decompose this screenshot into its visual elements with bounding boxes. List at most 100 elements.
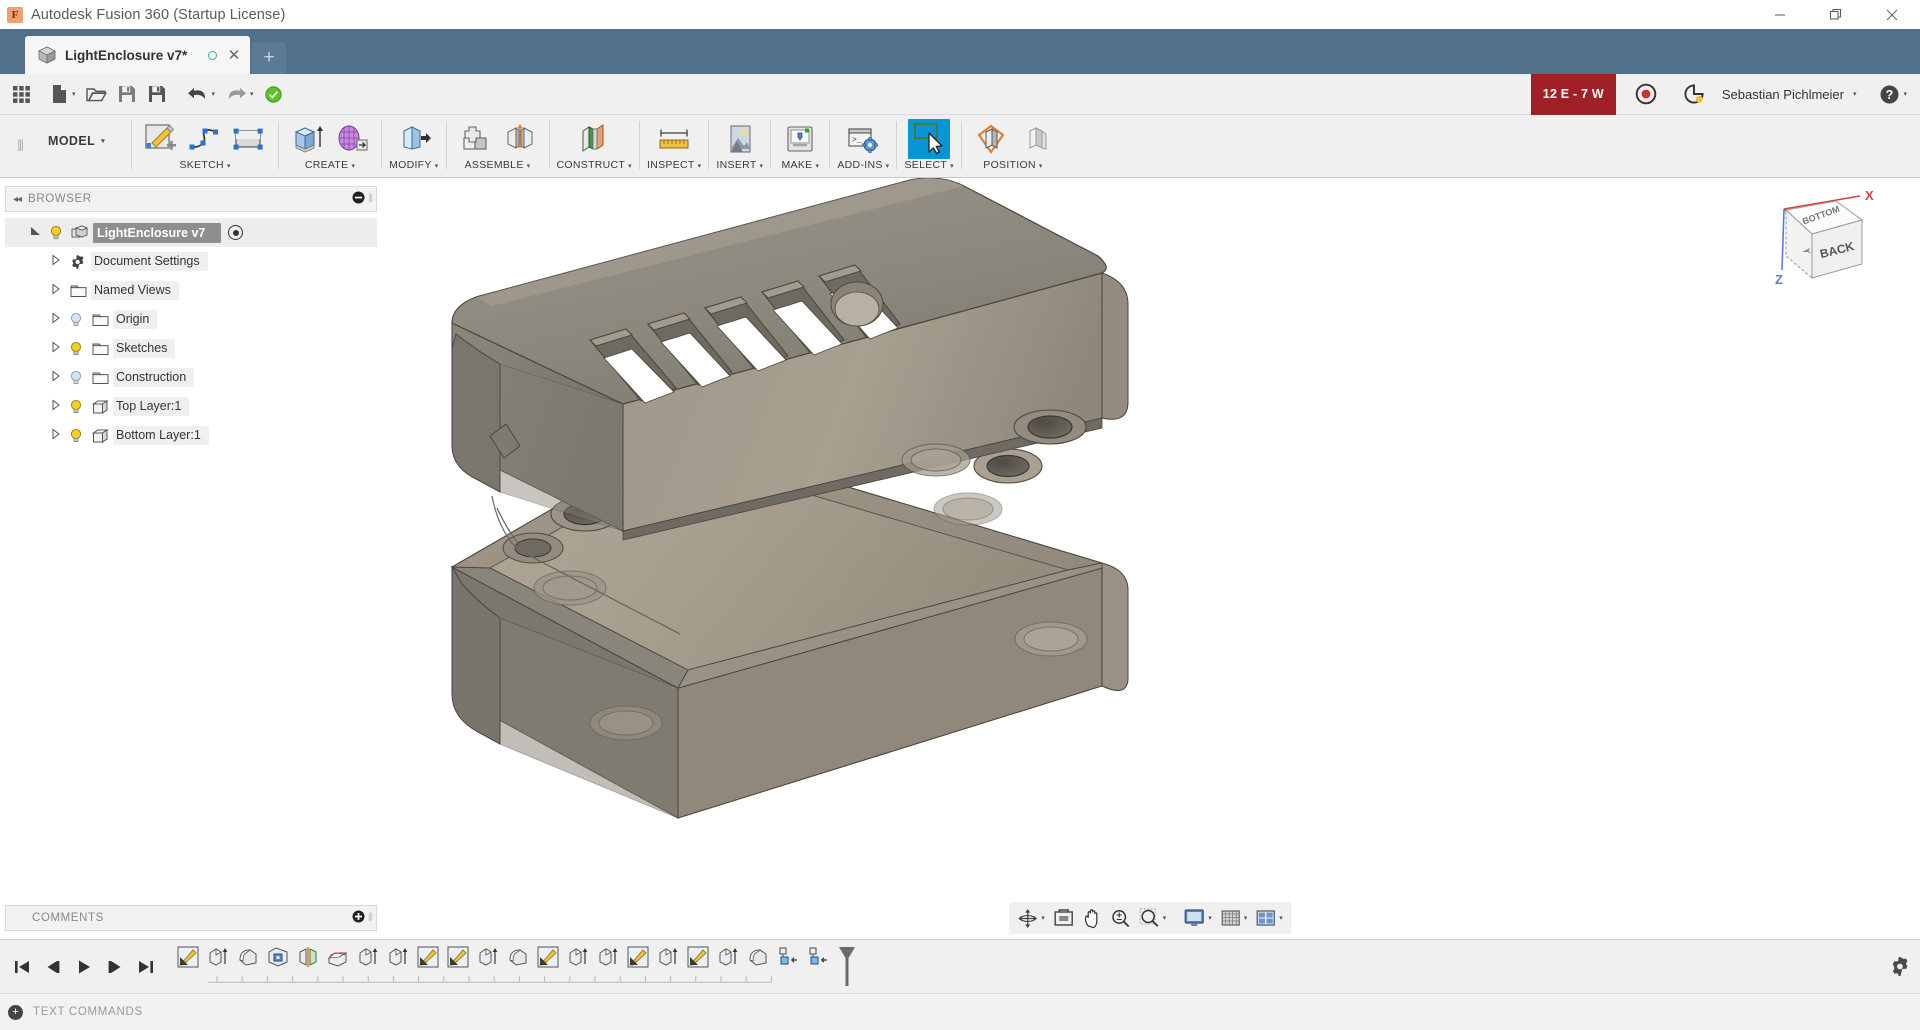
ribbon-group-label[interactable]: INSPECT ▾ (647, 159, 701, 177)
zoom-icon[interactable] (1106, 904, 1135, 932)
zoom-window-icon[interactable]: ▾ (1135, 904, 1171, 932)
ribbon-group-label[interactable]: POSITION ▾ (983, 159, 1042, 177)
maximize-button[interactable] (1808, 0, 1864, 29)
offset-plane-icon[interactable] (573, 119, 615, 159)
tree-item-top-layer[interactable]: Top Layer:1 (5, 392, 377, 421)
extrude-feature-icon[interactable] (476, 945, 500, 969)
redo-icon[interactable]: ▾ (220, 78, 259, 111)
document-tab[interactable]: LightEnclosure v7* ✕ (25, 36, 250, 74)
ribbon-group-label[interactable]: CONSTRUCT ▾ (557, 159, 632, 177)
expand-arrow-icon[interactable] (27, 225, 45, 240)
help-icon[interactable]: ? ▾ (1874, 78, 1912, 111)
visibility-bulb-icon[interactable] (65, 341, 87, 357)
chevron-down-icon[interactable]: ▾ (1208, 914, 1212, 922)
expand-text-commands-icon[interactable]: + (8, 1004, 23, 1020)
joint-icon[interactable] (499, 119, 541, 159)
press-pull-icon[interactable] (393, 119, 435, 159)
insert-image-icon[interactable] (719, 119, 761, 159)
fillet-feature-icon[interactable] (236, 945, 260, 969)
chevron-down-icon[interactable]: ▾ (1163, 914, 1167, 922)
3d-print-icon[interactable] (779, 119, 821, 159)
collapse-panel-icon[interactable]: ◂◂ (10, 194, 28, 205)
undo-icon[interactable]: ▾ (182, 78, 221, 111)
fit-view-icon[interactable] (1049, 904, 1078, 932)
rigid-group-icon[interactable] (776, 945, 800, 969)
grid-snaps-icon[interactable]: ▾ (1216, 904, 1252, 932)
extrude-feature-icon[interactable] (716, 945, 740, 969)
extrude-feature-icon[interactable] (596, 945, 620, 969)
sketch-feature-icon[interactable] (446, 945, 470, 969)
new-component-icon[interactable] (455, 119, 497, 159)
minimize-button[interactable] (1752, 0, 1808, 29)
mirror-feature-icon[interactable] (296, 945, 320, 969)
go-to-end-icon[interactable] (130, 950, 161, 984)
expand-arrow-icon[interactable] (47, 283, 65, 298)
create-form-icon[interactable] (331, 119, 373, 159)
move-copy-icon[interactable] (970, 119, 1012, 159)
orbit-icon[interactable]: ▾ (1013, 904, 1049, 932)
pan-icon[interactable] (1078, 904, 1106, 932)
chevron-down-icon[interactable]: ▾ (1244, 914, 1248, 922)
timeline-marker[interactable] (837, 945, 857, 989)
workspace-switcher[interactable]: MODEL ▾ (32, 115, 131, 177)
ribbon-group-label[interactable]: INSERT ▾ (716, 159, 763, 177)
close-button[interactable] (1864, 0, 1920, 29)
rigid-group-icon[interactable] (806, 945, 830, 969)
tree-item-construction[interactable]: Construction (5, 363, 377, 392)
expand-arrow-icon[interactable] (47, 428, 65, 443)
tree-item-named-views[interactable]: Named Views (5, 276, 377, 305)
cad-model[interactable] (380, 178, 1920, 948)
extrude-feature-icon[interactable] (656, 945, 680, 969)
ribbon-group-label[interactable]: MODIFY ▾ (389, 159, 438, 177)
ribbon-grip-icon[interactable]: ⦀ (10, 115, 32, 177)
step-back-icon[interactable] (37, 950, 68, 984)
scripts-addins-icon[interactable]: >_ (842, 119, 884, 159)
grid-menu-icon[interactable] (6, 78, 36, 111)
expand-arrow-icon[interactable] (47, 254, 65, 269)
visibility-bulb-icon[interactable] (65, 399, 87, 415)
ribbon-group-label[interactable]: SELECT ▾ (904, 159, 953, 177)
select-tool-icon[interactable] (908, 118, 951, 159)
minus-circle-icon[interactable] (352, 191, 368, 207)
tree-item-bottom-layer[interactable]: Bottom Layer:1 (5, 421, 377, 450)
view-cube[interactable]: X Y Z BACK BOTTOM (1764, 184, 1884, 294)
3d-viewport[interactable]: X Y Z BACK BOTTOM (380, 178, 1920, 939)
measure-icon[interactable] (653, 119, 695, 159)
shell-feature-icon[interactable] (266, 945, 290, 969)
expand-arrow-icon[interactable] (47, 341, 65, 356)
sketch-spline-icon[interactable] (184, 119, 226, 159)
align-icon[interactable] (1014, 119, 1056, 159)
ribbon-group-label[interactable]: ASSEMBLE ▾ (465, 159, 531, 177)
record-icon[interactable] (1630, 78, 1662, 111)
save-alt-icon[interactable] (142, 78, 172, 111)
play-icon[interactable] (68, 950, 99, 984)
sketch-feature-icon[interactable] (686, 945, 710, 969)
tree-item-lightenclosure[interactable]: LightEnclosure v7 (5, 218, 377, 247)
chevron-down-icon[interactable]: ▾ (1279, 914, 1283, 922)
chevron-down-icon[interactable]: ▾ (1853, 90, 1857, 98)
display-settings-icon[interactable]: ▾ (1179, 904, 1216, 932)
ribbon-group-label[interactable]: MAKE ▾ (781, 159, 819, 177)
create-sketch-icon[interactable] (140, 119, 182, 159)
panel-grip-icon[interactable]: ⦀ (368, 912, 373, 925)
sketch-rectangle-icon[interactable] (228, 119, 270, 159)
new-document-icon[interactable]: ▾ (46, 78, 81, 111)
extrude-feature-icon[interactable] (356, 945, 380, 969)
visibility-bulb-icon[interactable] (65, 428, 87, 444)
ribbon-group-label[interactable]: CREATE ▾ (305, 159, 355, 177)
expand-arrow-icon[interactable] (47, 312, 65, 327)
sketch-feature-icon[interactable] (416, 945, 440, 969)
timeline-settings-icon[interactable] (1880, 947, 1920, 987)
tree-item-origin[interactable]: Origin (5, 305, 377, 334)
fillet-feature-icon[interactable] (746, 945, 770, 969)
sketch-feature-icon[interactable] (176, 945, 200, 969)
extrude-icon[interactable] (287, 119, 329, 159)
job-status-icon[interactable] (1678, 78, 1710, 111)
chevron-down-icon[interactable]: ▾ (1041, 914, 1045, 922)
chevron-down-icon[interactable]: ▾ (212, 90, 216, 98)
status-green-icon[interactable] (259, 78, 289, 111)
visibility-bulb-icon[interactable] (65, 312, 87, 328)
extrude-feature-icon[interactable] (566, 945, 590, 969)
tree-item-document-settings[interactable]: Document Settings (5, 247, 377, 276)
visibility-bulb-icon[interactable] (65, 370, 87, 386)
